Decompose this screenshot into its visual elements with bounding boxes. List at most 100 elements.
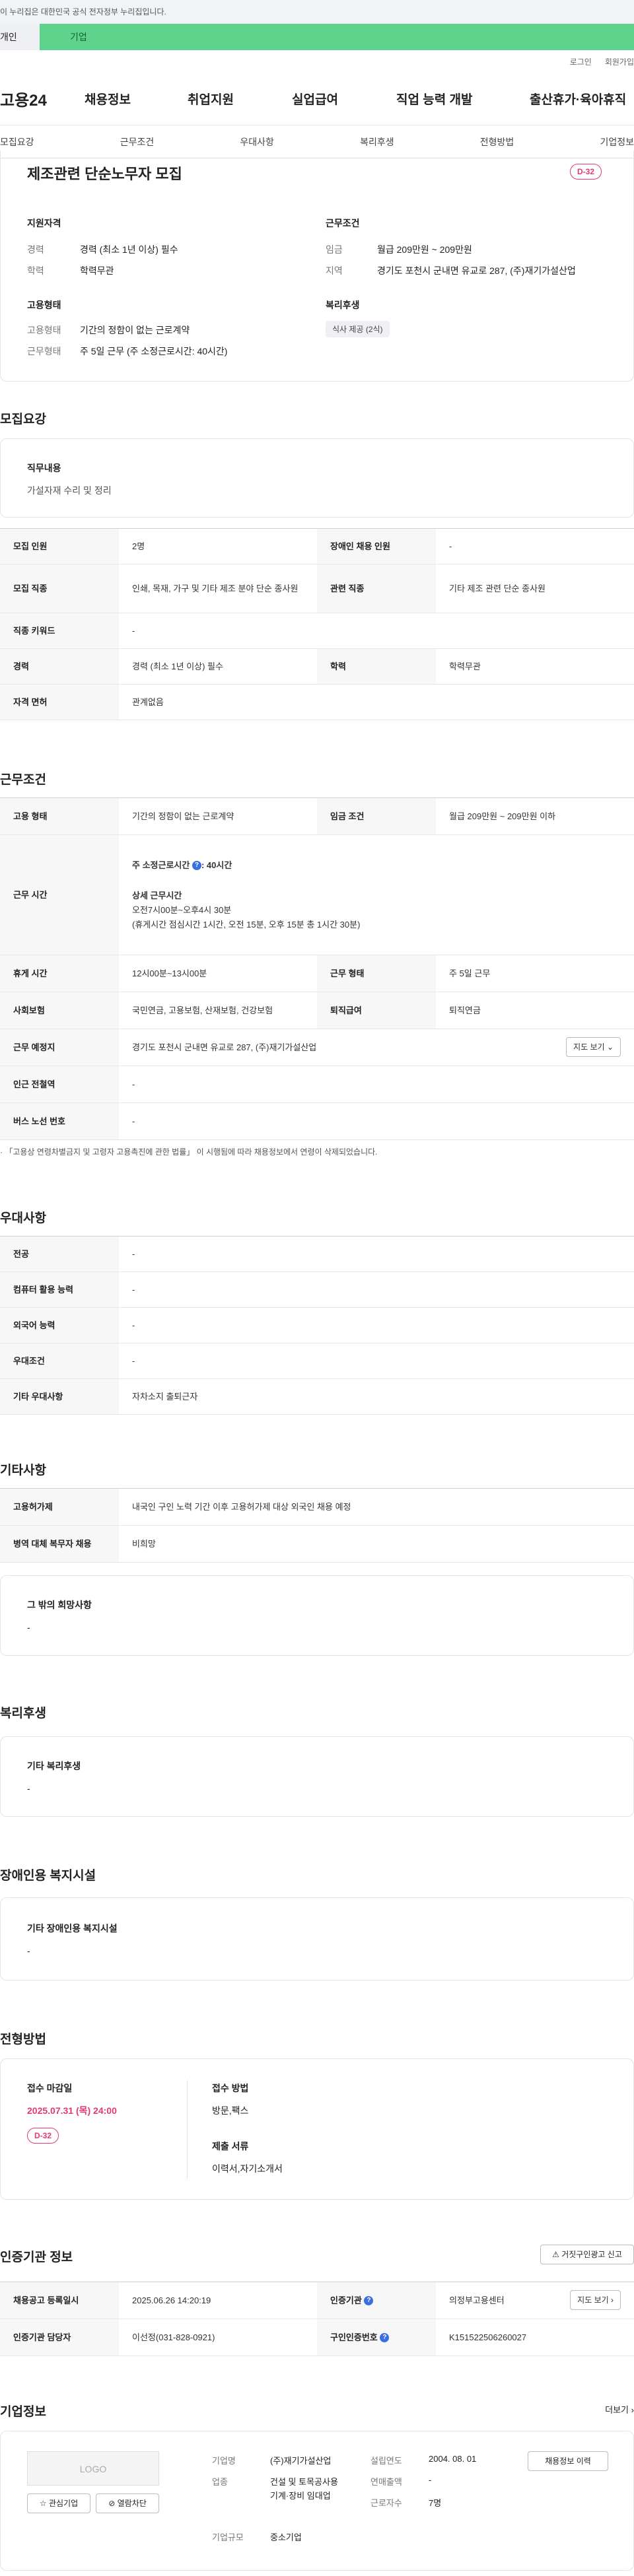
report-icon: ⚠: [552, 2250, 559, 2259]
table-row: 모집 인원 2명 장애인 채용 인원 -: [0, 528, 634, 564]
welfare-card-value: -: [27, 1783, 30, 1794]
cell-header: 외국어 능력: [0, 1307, 119, 1343]
menu-leave[interactable]: 출산휴가·육아휴직: [530, 90, 626, 108]
job-history-button[interactable]: 채용정보 이력: [528, 2451, 608, 2471]
table-row: 자격 면허 관계없음: [0, 684, 634, 720]
auth-heading: 인증기관 정보: [0, 2251, 73, 2264]
menu-jobs[interactable]: 채용정보: [85, 90, 188, 108]
cell-header: 병역 대체 복무자 채용: [0, 1525, 119, 1563]
area-value: 경기도 포천시 군내면 유교로 287, (주)재기가설산업: [377, 265, 576, 276]
login-link[interactable]: 로그인: [570, 56, 592, 67]
table-row: 경력 경력 (최소 1년 이상) 필수 학력 학력무관: [0, 648, 634, 685]
subnav-recruit[interactable]: 모집요강: [0, 135, 34, 149]
employees-label: 근로자수: [370, 2498, 402, 2508]
logo[interactable]: 고용24: [0, 87, 85, 110]
main-nav: 고용24 채용정보 취업지원 실업급여 직업 능력 개발 출산휴가·육아휴직: [0, 73, 634, 125]
table-row: 휴게 시간 12시00분~13시00분 근무 형태 주 5일 근무: [0, 955, 634, 992]
table-row: 컴퓨터 활용 능력 -: [0, 1271, 634, 1308]
cell-header: 고용 형태: [0, 797, 119, 835]
welfare-tag: 식사 제공 (2식): [326, 321, 390, 337]
info-icon[interactable]: ?: [380, 2333, 390, 2343]
etc-heading: 기타사항: [0, 1464, 46, 1477]
cell-header: 구인인증번호 ?: [317, 2319, 436, 2356]
sales-value: -: [429, 2475, 432, 2485]
recruit-table: 모집 인원 2명 장애인 채용 인원 - 모집 직종 인쇄, 목재, 가구 및 기타 제…: [0, 528, 634, 720]
table-row: 인근 전철역 -: [0, 1066, 634, 1103]
place-value: 경기도 포천시 군내면 유교로 287, (주)재기가설산업: [132, 1042, 317, 1052]
cell-value: -: [119, 1307, 634, 1343]
menu-training[interactable]: 직업 능력 개발: [396, 90, 530, 108]
pref-heading: 우대사항: [0, 1211, 46, 1225]
cell-header: 채용공고 등록일시: [0, 2282, 119, 2319]
emptype-value: 기간의 정함이 없는 근로계약: [80, 325, 190, 335]
org-cell: 의정부고용센터 지도 보기 ›: [436, 2282, 634, 2319]
cell-header: 근무 형태: [317, 955, 436, 992]
cell-value: -: [119, 1343, 634, 1379]
cell-header: 학력: [317, 648, 436, 685]
cell-header: 직종 키워드: [0, 613, 119, 649]
cell-header: 컴퓨터 활용 능력: [0, 1271, 119, 1308]
duty-card: 직무내용 가설자재 수리 및 정리: [0, 438, 634, 518]
hours-cell: 주 소정근로시간 ?: 40시간 상세 근무시간 오전7시00분~오후4시 30…: [119, 834, 634, 955]
report-button[interactable]: ⚠ 거짓구인광고 신고: [540, 2245, 634, 2264]
docs-label: 제출 서류: [212, 2141, 249, 2152]
duty-value: 가설자재 수리 및 정리: [27, 485, 112, 496]
signup-link[interactable]: 회원가입: [605, 56, 634, 67]
etc-table: 고용허가제 내국인 구인 노력 기간 이후 고용허가제 대상 외국인 채용 예정 …: [0, 1488, 634, 1563]
info-icon[interactable]: ?: [192, 861, 201, 871]
subnav-company[interactable]: 기업정보: [600, 135, 634, 149]
edu-value: 학력무관: [80, 265, 114, 276]
cell-header: 자격 면허: [0, 684, 119, 720]
size-value: 중소기업: [270, 2532, 302, 2542]
tab-company[interactable]: 기업: [40, 24, 634, 50]
hours-week-value: : 40시간: [201, 860, 232, 870]
table-row: 채용공고 등록일시 2025.06.26 14:20:19 인증기관 ? 의정부고용센…: [0, 2282, 634, 2319]
cell-header: 인증기관 ?: [317, 2282, 436, 2319]
menu-support[interactable]: 취업지원: [188, 90, 292, 108]
cell-value: 인쇄, 목재, 가구 및 기타 제조 분야 단순 종사원: [119, 564, 317, 613]
subnav-welfare[interactable]: 복리후생: [360, 135, 394, 149]
block-button[interactable]: ⊘ 열람차단: [96, 2493, 159, 2513]
more-link[interactable]: 더보기 ›: [605, 2403, 634, 2416]
table-row: 고용 형태 기간의 정함이 없는 근로계약 임금 조건 월급 209만원 ~ 209만…: [0, 797, 634, 835]
company-heading: 기업정보: [0, 2405, 46, 2419]
chevron-down-icon: ⌄: [606, 1042, 614, 1052]
cell-header: 경력: [0, 648, 119, 685]
chevron-right-icon: ›: [631, 2405, 634, 2415]
table-row: 근무 시간 주 소정근로시간 ?: 40시간 상세 근무시간 오전7시00분~오…: [0, 834, 634, 955]
cell-header: 기타 우대사항: [0, 1378, 119, 1415]
map-button[interactable]: 지도 보기 ⌄: [566, 1037, 621, 1057]
job-title: 제조관련 단순노무자 모집: [27, 166, 182, 182]
menu-benefit[interactable]: 실업급여: [292, 90, 396, 108]
tab-personal[interactable]: 개인: [0, 24, 40, 50]
cell-value: -: [119, 1271, 634, 1308]
hours-detail-title: 상세 근무시간: [132, 890, 182, 900]
table-row: 기타 우대사항 자차소지 출퇴근자: [0, 1378, 634, 1415]
divider: [187, 2080, 188, 2179]
subnav-process[interactable]: 전형방법: [480, 135, 514, 149]
sales-label: 연매출액: [370, 2477, 402, 2487]
cell-header: 모집 인원: [0, 528, 119, 564]
wage-value: 월급 209만원 ~ 209만원: [377, 244, 472, 255]
hours-week-label: 주 소정근로시간: [132, 860, 190, 870]
cell-value: 내국인 구인 노력 기간 이후 고용허가제 대상 외국인 채용 예정: [119, 1488, 634, 1526]
gnb: 개인 기업: [0, 24, 634, 50]
cell-value: 주 5일 근무: [436, 955, 634, 992]
subnav-pref[interactable]: 우대사항: [240, 135, 274, 149]
cell-value: 12시00분~13시00분: [119, 955, 317, 992]
cell-header: 장애인 채용 인원: [317, 528, 436, 564]
subnav-conditions[interactable]: 근무조건: [120, 135, 155, 149]
info-icon[interactable]: ?: [364, 2296, 374, 2306]
block-button-label: 열람차단: [117, 2499, 147, 2508]
method-label: 접수 방법: [212, 2083, 249, 2093]
fav-button[interactable]: ☆ 관심기업: [27, 2493, 90, 2513]
cell-header: 퇴직급여: [317, 992, 436, 1029]
pref-table: 전공 - 컴퓨터 활용 능력 - 외국어 능력 - 우대조건 - 기타 우대사항 자차소지…: [0, 1236, 634, 1415]
org-value: 의정부고용센터: [449, 2295, 505, 2305]
gov-banner: 이 누리집은 대한민국 공식 전자정부 누리집입니다.: [0, 0, 634, 24]
conditions-table: 고용 형태 기간의 정함이 없는 근로계약 임금 조건 월급 209만원 ~ 209만…: [0, 797, 634, 1140]
fav-button-label: 관심기업: [48, 2499, 79, 2508]
employees-value: 7명: [429, 2498, 442, 2508]
cell-header: 근무 예정지: [0, 1029, 119, 1066]
org-map-button[interactable]: 지도 보기 ›: [570, 2290, 621, 2310]
